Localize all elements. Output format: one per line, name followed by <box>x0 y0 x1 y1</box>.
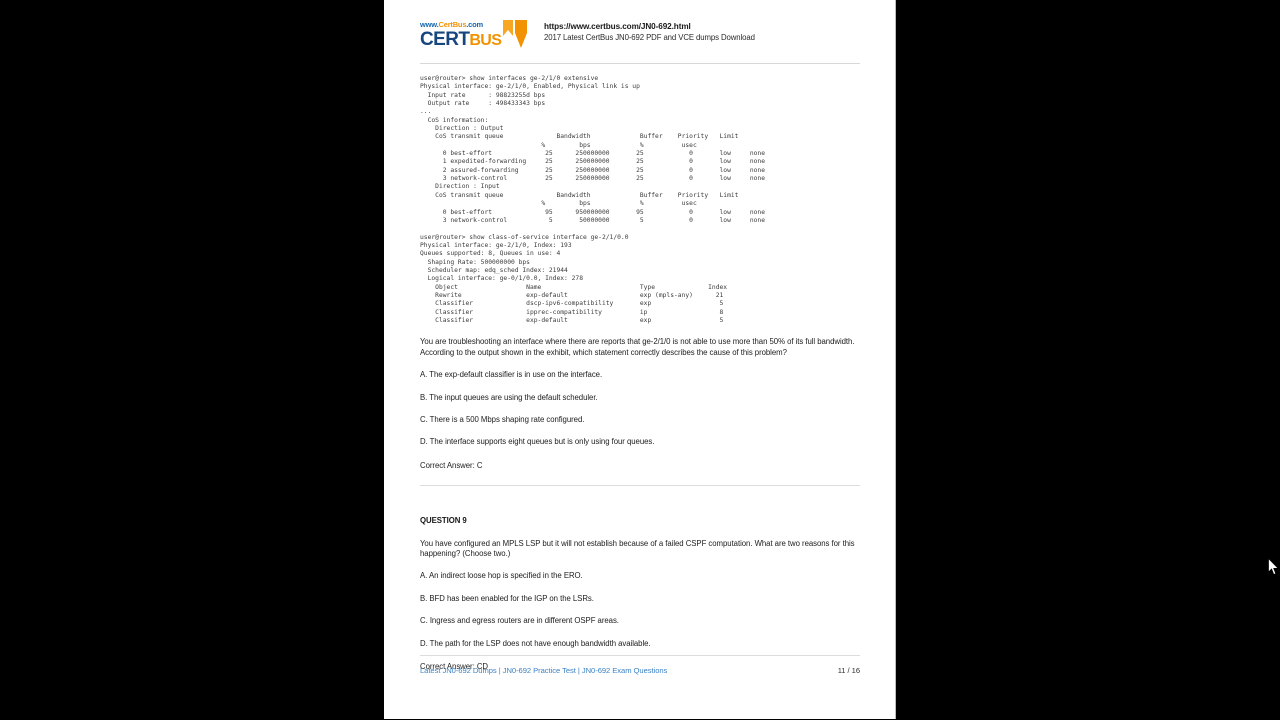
question9-stem: You have configured an MPLS LSP but it w… <box>420 538 855 558</box>
source-subtitle: 2017 Latest CertBus JN0-692 PDF and VCE … <box>544 33 755 42</box>
ribbon-icon <box>503 20 527 48</box>
page-footer: Latest JN0-692 Dumps | JN0-692 Practice … <box>420 655 860 675</box>
logo-tagline-tld: .com <box>466 20 484 29</box>
logo-wordmark-cert: CERT <box>420 29 470 50</box>
page-header: www.CertBus.com CERTBUS https://www.cert… <box>420 18 860 63</box>
question8-choice-a[interactable]: A. The exp-default classifier is in use … <box>420 370 860 380</box>
question8-answer: Correct Answer: C <box>420 460 483 470</box>
question8-choice-b[interactable]: B. The input queues are using the defaul… <box>420 393 860 403</box>
header-text: https://www.certbus.com/JN0-692.html 201… <box>544 18 860 43</box>
separator-spacer <box>420 486 860 516</box>
footer-links: Latest JN0-692 Dumps | JN0-692 Practice … <box>420 666 667 675</box>
footer-link-dumps[interactable]: Latest JN0-692 Dumps <box>420 666 497 675</box>
certbus-logo[interactable]: www.CertBus.com CERTBUS <box>420 18 530 51</box>
logo-tagline-www: www. <box>420 20 439 29</box>
source-url[interactable]: https://www.certbus.com/JN0-692.html <box>544 21 860 32</box>
question8-choice-c[interactable]: C. There is a 500 Mbps shaping rate conf… <box>420 415 860 425</box>
logo-wordmark-bus: BUS <box>469 32 502 49</box>
mouse-cursor-icon <box>1268 558 1279 575</box>
question9-choice-a[interactable]: A. An indirect loose hop is specified in… <box>420 571 860 581</box>
logo-tagline-brand: CertBus <box>438 20 467 29</box>
page-number: 11 / 16 <box>837 666 860 675</box>
footer-divider <box>420 655 860 656</box>
footer-link-practice-test[interactable]: JN0-692 Practice Test <box>503 666 576 675</box>
page-content: www.CertBus.com CERTBUS https://www.cert… <box>420 18 860 672</box>
question8-choice-d[interactable]: D. The interface supports eight queues b… <box>420 437 860 447</box>
footer-row: Latest JN0-692 Dumps | JN0-692 Practice … <box>420 666 860 675</box>
header-divider <box>420 63 860 64</box>
question9-heading: QUESTION 9 <box>420 516 467 526</box>
pdf-page: www.CertBus.com CERTBUS https://www.cert… <box>384 0 896 719</box>
question9-choice-d[interactable]: D. The path for the LSP does not have en… <box>420 639 860 649</box>
question8-stem: You are troubleshooting an interface whe… <box>420 337 855 357</box>
footer-link-exam-questions[interactable]: JN0-692 Exam Questions <box>582 666 667 675</box>
cli-exhibit-output: user@router> show interfaces ge-2/1/0 ex… <box>420 75 765 324</box>
question9-choice-b[interactable]: B. BFD has been enabled for the IGP on t… <box>420 594 860 604</box>
question9-choice-c[interactable]: C. Ingress and egress routers are in dif… <box>420 616 860 626</box>
pdf-viewer: www.CertBus.com CERTBUS https://www.cert… <box>0 0 1280 720</box>
